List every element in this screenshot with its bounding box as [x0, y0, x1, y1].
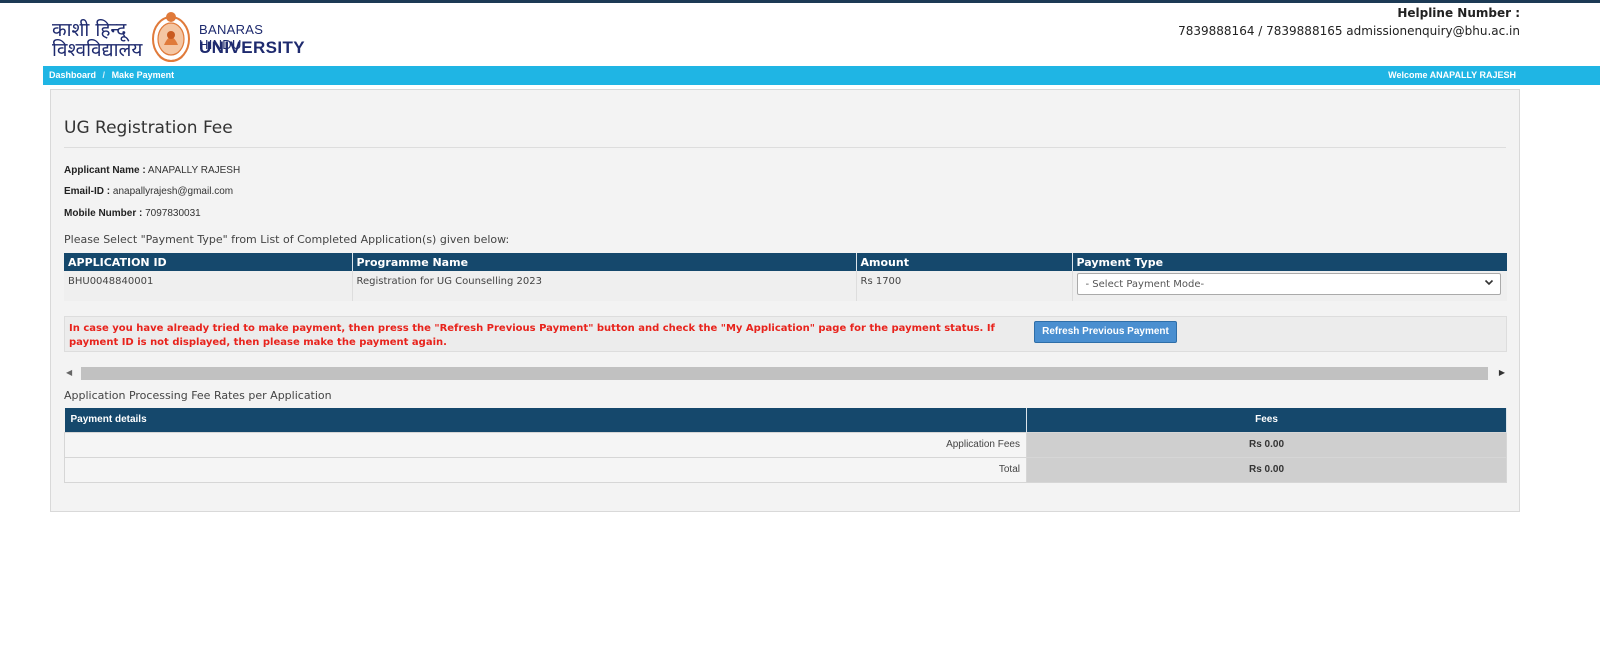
- payment-instruction: Please Select "Payment Type" from List o…: [64, 233, 510, 246]
- total-label-cell: Total: [64, 456, 1027, 483]
- fee-value-cell: Rs 0.00: [1026, 431, 1507, 458]
- horizontal-scrollbar[interactable]: ◀ ▶: [64, 365, 1507, 382]
- applicant-name-row: Applicant Name : ANAPALLY RAJESH: [64, 165, 240, 176]
- amount-cell: Rs 1700: [856, 271, 1073, 301]
- mobile-label: Mobile Number :: [64, 208, 143, 219]
- logo-english-line2: UNIVERSITY: [199, 38, 306, 57]
- fee-header-row: Payment details Fees: [64, 408, 1507, 432]
- breadcrumb-dashboard[interactable]: Dashboard: [49, 70, 96, 80]
- scroll-right-icon[interactable]: ▶: [1499, 368, 1505, 377]
- university-logo[interactable]: काशी हिन्दू विश्वविद्यालय BANARAS HINDU …: [52, 6, 306, 68]
- breadcrumb-separator: /: [102, 70, 106, 80]
- fee-label-cell: Application Fees: [64, 431, 1027, 458]
- application-id-cell: BHU0048840001: [64, 271, 353, 301]
- payment-mode-select[interactable]: - Select Payment Mode-: [1076, 273, 1501, 295]
- mobile-value: 7097830031: [145, 208, 201, 219]
- col-payment-type: Payment Type: [1072, 253, 1507, 271]
- table-row: BHU0048840001 Registration for UG Counse…: [64, 271, 1507, 301]
- site-header: काशी हिन्दू विश्वविद्यालय BANARAS HINDU …: [0, 3, 1600, 66]
- col-amount: Amount: [856, 253, 1073, 271]
- fee-table: Payment details Fees Application Fees Rs…: [64, 408, 1507, 483]
- mobile-row: Mobile Number : 7097830031: [64, 208, 201, 219]
- page-title: UG Registration Fee: [64, 118, 233, 138]
- email-row: Email-ID : anapallyrajesh@gmail.com: [64, 186, 233, 197]
- applicant-name-label: Applicant Name :: [64, 165, 146, 176]
- col-application-id: APPLICATION ID: [64, 253, 353, 271]
- scroll-left-icon[interactable]: ◀: [66, 368, 72, 377]
- welcome-user: Welcome ANAPALLY RAJESH: [1388, 70, 1516, 80]
- helpline-label: Helpline Number :: [1397, 6, 1520, 20]
- table-row: Total Rs 0.00: [64, 456, 1507, 483]
- refresh-previous-payment-button[interactable]: Refresh Previous Payment: [1034, 321, 1177, 343]
- payment-notice: In case you have already tried to make p…: [64, 316, 1507, 352]
- col-fees: Fees: [1026, 408, 1507, 432]
- helpline-value: 7839888164 / 7839888165 admissionenquiry…: [1178, 24, 1520, 38]
- fee-rates-caption: Application Processing Fee Rates per App…: [64, 389, 332, 402]
- applications-header-row: APPLICATION ID Programme Name Amount Pay…: [64, 253, 1507, 271]
- email-value: anapallyrajesh@gmail.com: [112, 186, 234, 197]
- scrollbar-thumb[interactable]: [81, 367, 1488, 380]
- university-seal-icon: [152, 12, 190, 62]
- table-row: Application Fees Rs 0.00: [64, 431, 1507, 458]
- chevron-down-icon: [1484, 277, 1494, 290]
- total-value-cell: Rs 0.00: [1026, 456, 1507, 483]
- payment-type-cell: - Select Payment Mode-: [1072, 271, 1507, 301]
- payment-mode-selected: - Select Payment Mode-: [1085, 279, 1205, 290]
- applications-table: APPLICATION ID Programme Name Amount Pay…: [64, 253, 1507, 301]
- breadcrumb-make-payment: Make Payment: [111, 70, 175, 80]
- programme-cell: Registration for UG Counselling 2023: [352, 271, 857, 301]
- navbar: Dashboard / Make Payment Welcome ANAPALL…: [43, 66, 1600, 85]
- payment-panel: UG Registration Fee Applicant Name : ANA…: [50, 89, 1520, 512]
- logo-hindi-line1: काशी हिन्दू: [52, 19, 127, 41]
- logo-hindi-line2: विश्वविद्यालय: [52, 39, 143, 61]
- title-divider: [64, 147, 1506, 148]
- notice-text: In case you have already tried to make p…: [69, 323, 995, 348]
- col-programme-name: Programme Name: [352, 253, 857, 271]
- breadcrumb: Dashboard / Make Payment: [49, 70, 178, 80]
- logo-hindi-text: काशी हिन्दू विश्वविद्यालय: [52, 20, 147, 60]
- applicant-name-value: ANAPALLY RAJESH: [147, 165, 241, 176]
- email-label: Email-ID :: [64, 186, 111, 197]
- col-payment-details: Payment details: [64, 408, 1027, 432]
